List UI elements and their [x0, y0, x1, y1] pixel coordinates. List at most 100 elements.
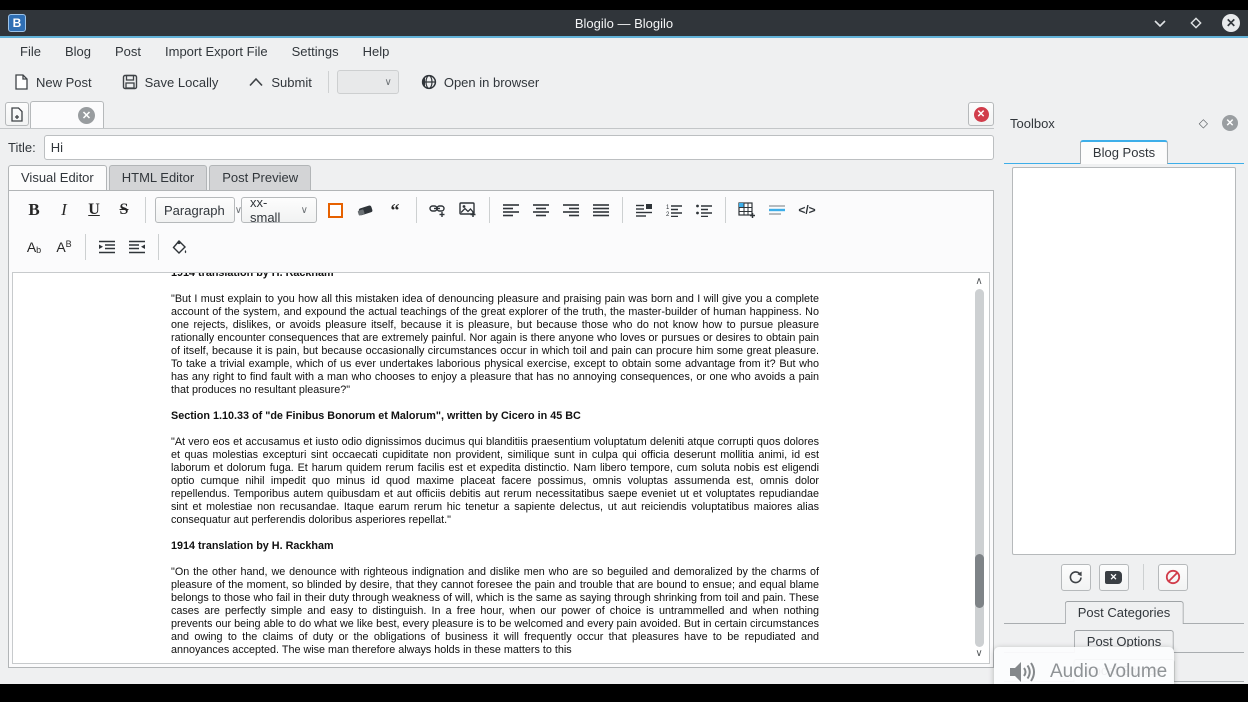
tab-close-icon[interactable]: ✕	[78, 107, 95, 124]
blog-posts-tabrow: Blog Posts	[1004, 140, 1244, 164]
block-icon	[1165, 569, 1181, 585]
align-left-icon[interactable]	[496, 196, 526, 224]
new-post-icon	[14, 74, 29, 90]
doc-heading: 1914 translation by H. Rackham	[171, 272, 819, 280]
insert-image-icon[interactable]	[453, 196, 483, 224]
indent-less-icon[interactable]	[122, 233, 152, 261]
doc-heading: Section 1.10.33 of "de Finibus Bonorum e…	[171, 410, 819, 423]
superscript-icon[interactable]: AB	[49, 233, 79, 261]
menu-blog[interactable]: Blog	[55, 40, 101, 63]
window-minimize-icon[interactable]	[1150, 13, 1170, 33]
title-input[interactable]	[44, 135, 994, 160]
audio-volume-label: Audio Volume	[1050, 661, 1167, 683]
tab-post-preview[interactable]: Post Preview	[209, 165, 311, 190]
format-toolbar-row1: B I U S Paragraph ∨ xx-small ∨ “	[9, 191, 993, 229]
close-tab-button[interactable]: ✕	[968, 102, 994, 126]
paragraph-style-dropdown[interactable]: Paragraph ∨	[155, 197, 235, 223]
menubar: File Blog Post Import Export File Settin…	[0, 38, 1248, 65]
scrollbar-track[interactable]	[975, 289, 984, 647]
blogilo-window: B Blogilo — Blogilo ✕ File Blog Post I	[0, 10, 1248, 684]
post-categories-tabrow: Post Categories	[1004, 600, 1244, 624]
font-size-value: xx-small	[250, 195, 291, 225]
tab-html-editor[interactable]: HTML Editor	[109, 165, 207, 190]
italic-icon[interactable]: I	[49, 196, 79, 224]
titlebar: B Blogilo — Blogilo ✕	[0, 10, 1248, 38]
menu-help[interactable]: Help	[353, 40, 400, 63]
insert-link-icon[interactable]	[423, 196, 453, 224]
save-locally-button[interactable]: Save Locally	[114, 70, 227, 94]
menu-import-export-file[interactable]: Import Export File	[155, 40, 278, 63]
post-body-text: 1914 translation by H. Rackham "But I mu…	[171, 272, 819, 657]
open-in-browser-label: Open in browser	[444, 75, 539, 90]
toolbox-panel: Toolbox ◇ ✕ Blog Posts ✕	[1004, 110, 1244, 684]
post-tab[interactable]: ✕	[30, 101, 104, 128]
editor-scrollbar[interactable]: ∧ ∨	[971, 275, 987, 661]
text-color-icon[interactable]	[320, 196, 350, 224]
blog-posts-list[interactable]	[1012, 167, 1236, 555]
fill-color-icon[interactable]	[165, 233, 195, 261]
indent-more-icon[interactable]	[92, 233, 122, 261]
scroll-down-icon[interactable]: ∨	[975, 647, 982, 661]
main-toolbar: New Post Save Locally Submit ∨ Open in b…	[0, 65, 1248, 99]
open-in-browser-button[interactable]: Open in browser	[413, 70, 547, 94]
align-center-icon[interactable]	[526, 196, 556, 224]
window-close-icon[interactable]: ✕	[1222, 14, 1240, 32]
format-clear-icon[interactable]	[350, 196, 380, 224]
align-justify-icon[interactable]	[586, 196, 616, 224]
title-label: Title:	[8, 140, 36, 155]
close-icon: ✕	[974, 107, 989, 122]
remove-icon: ✕	[1105, 571, 1122, 584]
scroll-up-icon[interactable]: ∧	[975, 275, 982, 289]
toolbar-separator	[328, 71, 329, 93]
tabstrip-baseline	[0, 128, 994, 129]
tab-visual-editor[interactable]: Visual Editor	[8, 165, 107, 190]
strikethrough-icon[interactable]: S	[109, 196, 139, 224]
menu-post[interactable]: Post	[105, 40, 151, 63]
ordered-list-icon[interactable]: 12	[659, 196, 689, 224]
tab-blog-posts[interactable]: Blog Posts	[1080, 140, 1168, 164]
window-maximize-icon[interactable]	[1186, 13, 1206, 33]
toolbox-buttons: ✕	[1004, 562, 1244, 592]
globe-icon	[421, 74, 437, 90]
editor-tabs: Visual Editor HTML Editor Post Preview	[8, 165, 994, 190]
panel-float-icon[interactable]: ◇	[1199, 116, 1208, 130]
align-right-icon[interactable]	[556, 196, 586, 224]
html-code-icon[interactable]: </>	[792, 196, 822, 224]
cancel-button[interactable]	[1158, 564, 1188, 591]
screen-bottom-bar	[0, 684, 1248, 702]
menu-settings[interactable]: Settings	[282, 40, 349, 63]
insert-table-icon[interactable]	[732, 196, 762, 224]
svg-text:1: 1	[666, 205, 670, 211]
doc-paragraph: "At vero eos et accusamus et iusto odio …	[171, 436, 819, 527]
bold-icon[interactable]: B	[19, 196, 49, 224]
toolbox-header: Toolbox ◇ ✕	[1004, 110, 1244, 136]
submit-button[interactable]: Submit	[240, 71, 319, 94]
new-tab-button[interactable]	[5, 102, 29, 126]
doc-paragraph: "But I must explain to you how all this …	[171, 293, 819, 397]
reload-posts-button[interactable]	[1061, 564, 1091, 591]
new-tab-icon	[10, 107, 24, 122]
blog-selector-dropdown[interactable]: ∨	[337, 70, 399, 94]
unordered-list-icon[interactable]	[689, 196, 719, 224]
tab-post-categories[interactable]: Post Categories	[1065, 601, 1184, 624]
text-direction-icon[interactable]	[629, 196, 659, 224]
panel-close-icon[interactable]: ✕	[1222, 115, 1238, 131]
new-post-label: New Post	[36, 75, 92, 90]
scrollbar-thumb[interactable]	[975, 554, 984, 608]
visual-editor-pane: B I U S Paragraph ∨ xx-small ∨ “	[8, 190, 994, 668]
toolbox-title: Toolbox	[1010, 116, 1055, 131]
underline-icon[interactable]: U	[79, 196, 109, 224]
speaker-icon	[1008, 659, 1038, 685]
paragraph-style-value: Paragraph	[164, 203, 225, 218]
subscript-icon[interactable]: Ab	[19, 233, 49, 261]
font-size-dropdown[interactable]: xx-small ∨	[241, 197, 317, 223]
refresh-icon	[1068, 570, 1083, 585]
svg-text:2: 2	[666, 212, 670, 217]
new-post-button[interactable]: New Post	[6, 70, 100, 94]
window-title: Blogilo — Blogilo	[0, 16, 1248, 31]
blockquote-icon[interactable]: “	[380, 196, 410, 224]
remove-post-button[interactable]: ✕	[1099, 564, 1129, 591]
horizontal-rule-icon[interactable]	[762, 196, 792, 224]
post-body-editor[interactable]: 1914 translation by H. Rackham "But I mu…	[12, 272, 990, 664]
menu-file[interactable]: File	[10, 40, 51, 63]
